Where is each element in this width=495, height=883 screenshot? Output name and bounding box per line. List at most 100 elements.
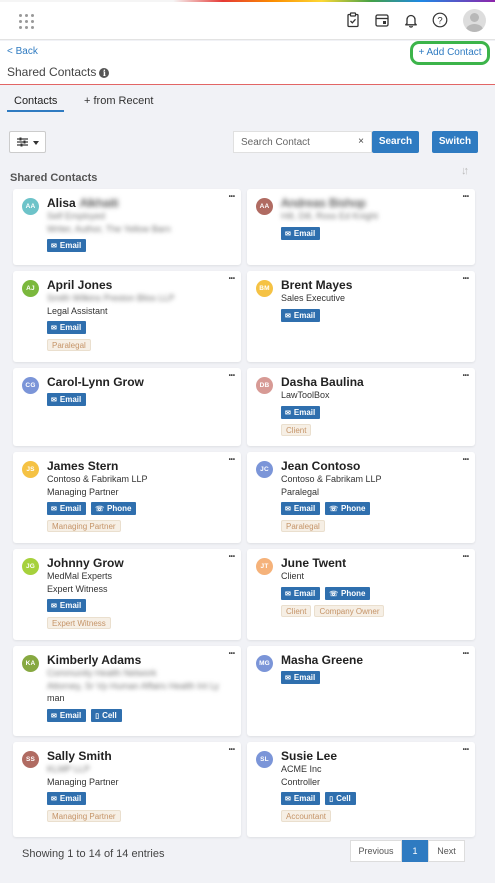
email-button[interactable]: ✉ Email: [47, 321, 87, 334]
clipboard-check-icon[interactable]: [345, 12, 361, 28]
contact-card[interactable]: BM Brent Mayes ••• Sales Executive ✉ Email: [247, 271, 475, 362]
contact-name[interactable]: Susie Lee: [281, 749, 337, 763]
contact-card[interactable]: KA Kimberly Adams ••• Community Health Netw…: [13, 646, 241, 736]
email-button[interactable]: ✉ Email: [281, 502, 321, 515]
more-options-icon[interactable]: •••: [463, 276, 469, 282]
more-options-icon[interactable]: •••: [229, 276, 235, 282]
email-label: Email: [293, 310, 316, 320]
phone-button[interactable]: ☏ Phone: [91, 502, 137, 515]
previous-page-button[interactable]: Previous: [350, 840, 402, 862]
email-button[interactable]: ✉ Email: [281, 308, 321, 322]
email-button[interactable]: ✉ Email: [47, 393, 87, 406]
email-button[interactable]: ✉ Email: [281, 405, 321, 419]
clear-search-icon[interactable]: ×: [358, 136, 364, 147]
contact-name[interactable]: April Jones: [47, 278, 112, 292]
search-input[interactable]: [234, 132, 344, 152]
contact-card[interactable]: SL Susie Lee ••• ACME Inc Controller ✉ Email ▯ C…: [247, 742, 475, 837]
contact-card[interactable]: JT June Twent ••• Client ✉ Email ☏ Phone Client C…: [247, 549, 475, 640]
contact-card[interactable]: JG Johnny Grow ••• MedMal Experts Expert Wit…: [13, 549, 241, 640]
more-options-icon[interactable]: •••: [229, 194, 235, 200]
more-options-icon[interactable]: •••: [463, 747, 469, 753]
cell-button[interactable]: ▯ Cell: [91, 708, 122, 722]
contact-name[interactable]: Jean Contoso: [281, 459, 360, 473]
help-icon[interactable]: ?: [432, 12, 448, 28]
contact-name-text: Alisa: [47, 196, 76, 210]
email-button[interactable]: ✉ Email: [281, 586, 321, 600]
contact-actions: ✉ Email: [47, 792, 91, 805]
contact-detail: Sales Executive: [281, 293, 346, 303]
more-options-icon[interactable]: •••: [463, 554, 469, 560]
email-button[interactable]: ✉ Email: [47, 239, 87, 252]
contact-card[interactable]: MG Masha Greene ••• ✉ Email: [247, 646, 475, 736]
email-button[interactable]: ✉ Email: [281, 671, 321, 684]
contact-name[interactable]: Sally Smith: [47, 749, 112, 763]
email-button[interactable]: ✉ Email: [47, 502, 87, 515]
email-icon: ✉: [285, 230, 291, 238]
contact-name[interactable]: Brent Mayes: [281, 278, 352, 292]
cell-button[interactable]: ▯ Cell: [325, 792, 356, 805]
info-icon[interactable]: i: [99, 68, 110, 78]
email-button[interactable]: ✉ Email: [47, 708, 87, 722]
contact-name[interactable]: James Stern: [47, 459, 118, 473]
more-options-icon[interactable]: •••: [229, 747, 235, 753]
contact-detail: Paralegal: [281, 486, 320, 497]
switch-button[interactable]: Switch: [432, 131, 478, 153]
page-title-text: Shared Contacts: [7, 65, 97, 79]
contact-detail: Managing Partner: [47, 776, 119, 787]
email-button[interactable]: ✉ Email: [281, 226, 321, 240]
bell-icon[interactable]: [403, 12, 419, 28]
more-options-icon[interactable]: •••: [229, 651, 235, 657]
page-header: < Back Shared Contacts i + Add Contact: [0, 41, 495, 85]
add-contact-button[interactable]: + Add Contact: [410, 41, 490, 65]
tab-contacts[interactable]: Contacts: [7, 95, 65, 112]
phone-button[interactable]: ☏ Phone: [325, 586, 371, 600]
app-launcher-icon[interactable]: [19, 14, 35, 30]
email-button[interactable]: ✉ Email: [281, 792, 321, 805]
search-button[interactable]: Search: [372, 131, 419, 153]
contact-detail: Managing Partner: [47, 486, 119, 497]
contact-card[interactable]: CG Carol-Lynn Grow ••• ✉ Email: [13, 368, 241, 446]
next-page-button[interactable]: Next: [428, 840, 465, 862]
contact-card[interactable]: AJ April Jones ••• Smith Wilkins Preston Bl…: [13, 271, 241, 362]
contact-detail: Contoso & Fabrikam LLP: [47, 474, 148, 484]
contact-name[interactable]: Andreas Bishop: [281, 196, 366, 210]
contact-name[interactable]: Carol-Lynn Grow: [47, 375, 144, 389]
filter-dropdown-button[interactable]: [9, 131, 46, 153]
more-options-icon[interactable]: •••: [463, 373, 469, 379]
contact-actions: ✉ Email: [47, 321, 91, 334]
contact-name[interactable]: Alisa Alkhaiti: [47, 196, 118, 210]
phone-button[interactable]: ☏ Phone: [325, 502, 371, 515]
contact-name-redacted: Andreas Bishop: [281, 196, 366, 210]
more-options-icon[interactable]: •••: [463, 457, 469, 463]
contact-card[interactable]: AA Alisa Alkhaiti ••• Self Employed Writer, A…: [13, 189, 241, 265]
tab-from-recent[interactable]: + from Recent: [84, 95, 153, 107]
contact-name[interactable]: Kimberly Adams: [47, 653, 141, 667]
cell-icon: ▯: [329, 796, 334, 803]
contact-card[interactable]: DB Dasha Baulina ••• LawToolBox ✉ Email Client: [247, 368, 475, 446]
contact-card[interactable]: JS James Stern ••• Contoso & Fabrikam LLP Ma…: [13, 452, 241, 543]
page-1-button[interactable]: 1: [402, 840, 428, 862]
email-button[interactable]: ✉ Email: [47, 599, 87, 612]
contact-name[interactable]: Johnny Grow: [47, 556, 124, 570]
contact-name[interactable]: Dasha Baulina: [281, 375, 364, 389]
contact-card[interactable]: JC Jean Contoso ••• Contoso & Fabrikam LLP P…: [247, 452, 475, 543]
more-options-icon[interactable]: •••: [463, 194, 469, 200]
contact-actions: ✉ Email: [47, 599, 91, 612]
contact-card[interactable]: AA Andreas Bishop ••• Hill, Dill, Ross Ed K…: [247, 189, 475, 265]
contact-name[interactable]: June Twent: [281, 556, 346, 570]
contact-name[interactable]: Masha Greene: [281, 653, 363, 667]
sort-icon[interactable]: ↓↑: [461, 165, 469, 177]
contact-actions: ✉ Email: [47, 239, 91, 252]
more-options-icon[interactable]: •••: [463, 651, 469, 657]
email-label: Email: [59, 794, 82, 803]
contact-detail: Contoso & Fabrikam LLP: [281, 474, 382, 484]
email-label: Email: [59, 323, 82, 332]
contact-card[interactable]: SS Sally Smith ••• KLMP LLP Managing Partner…: [13, 742, 241, 837]
calendar-icon[interactable]: [374, 12, 390, 28]
back-link[interactable]: < Back: [7, 46, 38, 57]
more-options-icon[interactable]: •••: [229, 457, 235, 463]
user-avatar[interactable]: [463, 9, 486, 32]
more-options-icon[interactable]: •••: [229, 373, 235, 379]
more-options-icon[interactable]: •••: [229, 554, 235, 560]
email-button[interactable]: ✉ Email: [47, 792, 87, 805]
